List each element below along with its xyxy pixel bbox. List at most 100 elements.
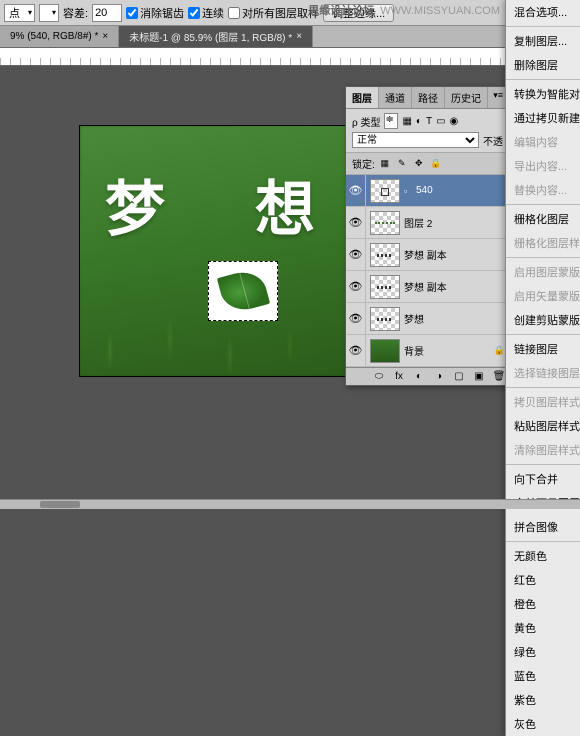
- lock-all-icon[interactable]: 🔒: [429, 157, 443, 171]
- mask-icon[interactable]: ◐: [412, 371, 426, 382]
- filter-shape-icon[interactable]: ▭: [436, 116, 445, 127]
- antialias-check[interactable]: 消除锯齿: [126, 5, 184, 21]
- menu-item[interactable]: 黄色: [506, 616, 580, 640]
- layer-name[interactable]: 540: [416, 185, 509, 196]
- menu-item[interactable]: 删除图层: [506, 53, 580, 77]
- menu-item[interactable]: 绿色: [506, 640, 580, 664]
- layer-row[interactable]: 👁背景🔒: [346, 335, 509, 367]
- leaf-icon: [216, 267, 269, 315]
- visibility-icon[interactable]: 👁: [346, 175, 366, 206]
- tolerance-label: 容差:: [63, 5, 88, 21]
- lock-transparent-icon[interactable]: ▦: [378, 157, 392, 171]
- new-layer-icon[interactable]: ▣: [472, 371, 486, 382]
- layer-row[interactable]: 👁 梦想: [346, 303, 509, 335]
- leaf-selection[interactable]: [208, 261, 278, 321]
- visibility-icon[interactable]: 👁: [346, 335, 366, 366]
- menu-item[interactable]: 混合选项...: [506, 0, 580, 24]
- visibility-icon[interactable]: 👁: [346, 271, 366, 302]
- adjustment-icon[interactable]: ◑: [432, 371, 446, 382]
- menu-item[interactable]: 蓝色: [506, 664, 580, 688]
- contiguous-check[interactable]: 连续: [188, 5, 224, 21]
- horizontal-scrollbar[interactable]: [0, 499, 580, 509]
- menu-item[interactable]: 拼合图像: [506, 515, 580, 539]
- panel-tabs: 图层 通道 路径 历史记 ▾≡: [346, 87, 509, 109]
- menu-item[interactable]: 无颜色: [506, 544, 580, 568]
- layer-row[interactable]: 👁 梦想 副本: [346, 239, 509, 271]
- layer-row[interactable]: 👁 图层 2: [346, 207, 509, 239]
- menu-item: 栅格化图层样: [506, 231, 580, 255]
- visibility-icon[interactable]: 👁: [346, 303, 366, 334]
- menu-item: 拷贝图层样式: [506, 390, 580, 414]
- layer-thumbnail[interactable]: [370, 339, 400, 363]
- tab-layers[interactable]: 图层: [346, 87, 379, 108]
- blend-mode-select[interactable]: 正常: [352, 132, 479, 148]
- menu-item[interactable]: 栅格化图层: [506, 207, 580, 231]
- filter-adjust-icon[interactable]: ◐: [416, 116, 422, 127]
- menu-item[interactable]: 橙色: [506, 592, 580, 616]
- layers-panel: 图层 通道 路径 历史记 ▾≡ ρ 类型 ≑ ▦ ◐ T ▭ ◉ 正常 不透 锁…: [345, 86, 510, 386]
- menu-item: 选择链接图层: [506, 361, 580, 385]
- tab-history[interactable]: 历史记: [445, 87, 488, 108]
- layer-name[interactable]: 梦想 副本: [404, 247, 509, 262]
- tolerance-input[interactable]: [92, 4, 122, 22]
- tab-channels[interactable]: 通道: [379, 87, 412, 108]
- text-char-1: 梦: [105, 161, 165, 248]
- layer-thumbnail[interactable]: [370, 243, 400, 267]
- visibility-icon[interactable]: 👁: [346, 239, 366, 270]
- visibility-icon[interactable]: 👁: [346, 207, 366, 238]
- lock-row: 锁定: ▦ ✎ ✥ 🔒: [346, 153, 509, 175]
- layer-thumbnail[interactable]: [370, 211, 400, 235]
- menu-item[interactable]: 创建剪贴蒙版: [506, 308, 580, 332]
- menu-item: 启用矢量蒙版: [506, 284, 580, 308]
- menu-item: 替换内容...: [506, 178, 580, 202]
- layers-footer: ⬭ fx ◐ ◑ ▢ ▣ 🗑: [346, 367, 509, 385]
- link-icon: ▫: [404, 186, 416, 196]
- horizontal-ruler: [0, 48, 580, 66]
- filter-pixel-icon[interactable]: ▦: [402, 116, 411, 127]
- document-tabs: 9% (540, RGB/8#) *× 未标题-1 @ 85.9% (图层 1,…: [0, 26, 580, 48]
- layer-thumbnail[interactable]: [370, 307, 400, 331]
- menu-item[interactable]: 转换为智能对: [506, 82, 580, 106]
- kind-label: ρ 类型: [352, 114, 380, 129]
- layer-thumbnail[interactable]: [370, 179, 400, 203]
- menu-item[interactable]: 链接图层: [506, 337, 580, 361]
- lock-pixels-icon[interactable]: ✎: [395, 157, 409, 171]
- layer-name[interactable]: 梦想 副本: [404, 279, 509, 294]
- group-icon[interactable]: ▢: [452, 371, 466, 382]
- layer-name[interactable]: 背景: [404, 343, 494, 358]
- trash-icon[interactable]: 🗑: [492, 371, 506, 382]
- link-layers-icon[interactable]: ⬭: [372, 371, 386, 382]
- layer-row[interactable]: 👁 ▫540: [346, 175, 509, 207]
- lock-position-icon[interactable]: ✥: [412, 157, 426, 171]
- scrollbar-thumb[interactable]: [40, 501, 80, 508]
- layer-row[interactable]: 👁 梦想 副本: [346, 271, 509, 303]
- menu-item[interactable]: 灰色: [506, 712, 580, 736]
- sample-dropdown[interactable]: 点: [4, 4, 35, 22]
- sample-size-dropdown[interactable]: [39, 4, 59, 22]
- close-icon[interactable]: ×: [296, 31, 302, 42]
- doc-tab-2[interactable]: 未标题-1 @ 85.9% (图层 1, RGB/8) *×: [119, 26, 313, 47]
- layer-name[interactable]: 梦想: [404, 311, 509, 326]
- filter-smart-icon[interactable]: ◉: [450, 116, 459, 127]
- layer-name[interactable]: 图层 2: [404, 215, 509, 230]
- menu-item[interactable]: 粘贴图层样式: [506, 414, 580, 438]
- menu-item[interactable]: 紫色: [506, 688, 580, 712]
- context-menu: 混合选项...复制图层...删除图层转换为智能对通过拷贝新建编辑内容导出内容..…: [505, 0, 580, 736]
- close-icon[interactable]: ×: [102, 31, 108, 42]
- filter-type-icon[interactable]: T: [426, 116, 432, 127]
- menu-item[interactable]: 通过拷贝新建: [506, 106, 580, 130]
- menu-item[interactable]: 复制图层...: [506, 29, 580, 53]
- layer-thumbnail[interactable]: [370, 275, 400, 299]
- menu-item: 清除图层样式: [506, 438, 580, 462]
- menu-item: 导出内容...: [506, 154, 580, 178]
- layer-list: 👁▫540👁图层 2👁梦想 副本👁梦想 副本👁梦想👁背景🔒: [346, 175, 509, 367]
- sample-all-check[interactable]: 对所有图层取样: [228, 5, 319, 21]
- canvas[interactable]: 梦 想: [80, 126, 380, 376]
- fx-icon[interactable]: fx: [392, 371, 406, 382]
- doc-tab-1[interactable]: 9% (540, RGB/8#) *×: [0, 26, 119, 47]
- tab-paths[interactable]: 路径: [412, 87, 445, 108]
- menu-item[interactable]: 向下合并: [506, 467, 580, 491]
- menu-item[interactable]: 红色: [506, 568, 580, 592]
- watermark: 思缘设计论坛WWW.MISSYUAN.COM: [308, 2, 500, 18]
- kind-filter[interactable]: ≑: [384, 113, 398, 129]
